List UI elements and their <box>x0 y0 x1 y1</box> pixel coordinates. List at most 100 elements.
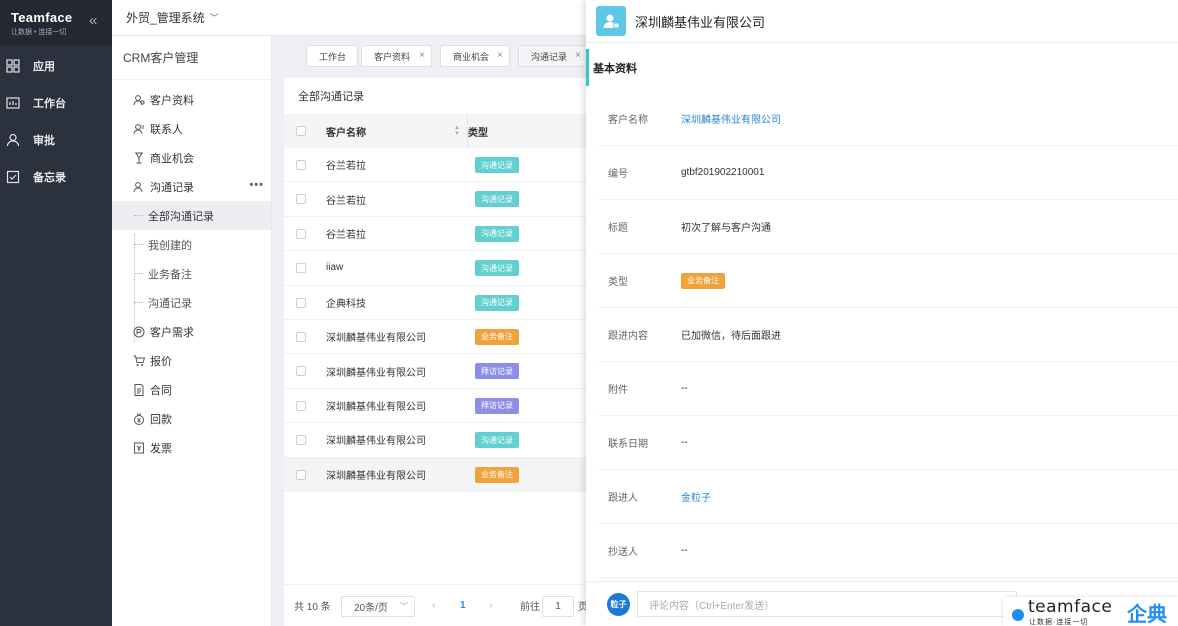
row-checkbox[interactable] <box>296 331 306 342</box>
row-customer-name: 深圳麟基伟业有限公司 <box>326 333 426 345</box>
submenu-item-business-notes[interactable]: 业务备注 <box>112 259 271 288</box>
menu-item-contacts[interactable]: 联系人 <box>112 114 271 143</box>
pagination: 共 10 条 20条/页 ﹀ ‹ 1 › 前往 1 页 <box>284 584 588 626</box>
field-value: -- <box>681 437 688 448</box>
row-checkbox[interactable] <box>296 435 306 446</box>
detail-drawer: 深圳麟基伟业有限公司 基本资料 客户名称 深圳麟基伟业有限公司 编号 gtbf2… <box>586 0 1178 626</box>
table-row[interactable]: 企典科技 沟通记录 <box>284 286 586 320</box>
select-all-checkbox[interactable] <box>296 126 306 136</box>
menu-label: 合同 <box>150 384 172 397</box>
menu-item-opportunities[interactable]: 商业机会 <box>112 143 271 172</box>
field-label: 跟进内容 <box>608 331 648 342</box>
tab-opportunities[interactable]: 商业机会 × <box>440 45 510 67</box>
row-type-badge: 沟通记录 <box>475 225 519 242</box>
table-row[interactable]: iiaw 沟通记录 <box>284 251 586 286</box>
tab-communication[interactable]: 沟通记录 × <box>518 45 588 67</box>
row-checkbox[interactable] <box>296 366 306 377</box>
table-row[interactable]: 谷兰若拉 沟通记录 <box>284 217 586 252</box>
menu-item-payment[interactable]: 回款 <box>112 404 271 433</box>
row-checkbox[interactable] <box>296 297 306 308</box>
nav-item-apps[interactable]: 应用 <box>0 47 112 84</box>
close-icon[interactable]: × <box>497 50 503 61</box>
field-follower: 跟进人 金粒子 <box>598 470 1178 524</box>
menu-item-invoice[interactable]: 发票 <box>112 433 271 462</box>
comment-input[interactable]: 评论内容（Ctrl+Enter发送） <box>637 591 1017 617</box>
submenu-item-created-by-me[interactable]: 我创建的 <box>112 230 271 259</box>
goto-page-input[interactable]: 1 <box>542 596 574 617</box>
system-switcher[interactable]: 外贸_管理系统 ﹀ <box>112 0 586 36</box>
row-checkbox[interactable] <box>296 400 306 411</box>
tab-label: 商业机会 <box>453 51 490 62</box>
collapse-icon[interactable]: « <box>89 12 97 29</box>
menu-item-quote[interactable]: 报价 <box>112 346 271 375</box>
tab-bar: 工作台 客户资料 × 商业机会 × 沟通记录 × <box>272 36 588 76</box>
field-follower-link[interactable]: 金粒子 <box>681 489 711 504</box>
table-row[interactable]: 深圳麟基伟业有限公司 拜访记录 <box>284 389 586 424</box>
table-row[interactable]: 深圳麟基伟业有限公司 沟通记录 <box>284 423 586 458</box>
type-badge: 业务备注 <box>681 272 725 289</box>
row-checkbox[interactable] <box>296 194 306 205</box>
nav-label: 工作台 <box>33 97 66 110</box>
current-page[interactable]: 1 <box>460 600 466 611</box>
table-row[interactable]: 深圳麟基伟业有限公司 业务备注 <box>284 320 586 355</box>
close-icon[interactable]: × <box>575 50 581 61</box>
nav-item-approval[interactable]: 审批 <box>0 121 112 158</box>
row-type-badge: 沟通记录 <box>475 432 519 449</box>
submenu-item-communication-records[interactable]: 沟通记录 <box>112 288 271 317</box>
invoice-icon <box>132 441 145 454</box>
row-type-badge: 业务备注 <box>475 328 519 345</box>
row-type-badge: 沟通记录 <box>475 260 519 277</box>
column-header-name[interactable]: 客户名称 <box>326 124 366 139</box>
menu-item-contract[interactable]: 合同 <box>112 375 271 404</box>
table-row[interactable]: 谷兰若拉 沟通记录 <box>284 148 586 183</box>
page-size-select[interactable]: 20条/页 ﹀ <box>341 596 415 617</box>
tab-workbench[interactable]: 工作台 <box>306 45 358 67</box>
nav-item-memo[interactable]: 备忘录 <box>0 158 112 195</box>
watermark-tagline: 让数据·连接一切 <box>1029 619 1089 626</box>
row-checkbox[interactable] <box>296 228 306 239</box>
field-value: 已加微信，待后面跟进 <box>681 331 781 342</box>
sort-icon[interactable]: ▲ ▼ <box>454 125 460 137</box>
field-type: 类型 业务备注 <box>598 254 1178 308</box>
field-label: 类型 <box>608 277 628 288</box>
contract-icon <box>132 383 145 396</box>
menu-item-communication[interactable]: 沟通记录 ••• <box>112 172 271 201</box>
contact-icon <box>132 122 145 135</box>
table-row[interactable]: 深圳麟基伟业有限公司 拜访记录 <box>284 354 586 389</box>
total-count: 共 10 条 <box>294 602 331 613</box>
field-cc: 抄送人 -- <box>598 524 1178 578</box>
chat-icon <box>132 180 145 193</box>
chevron-down-icon: ﹀ <box>400 602 408 611</box>
row-checkbox[interactable] <box>296 160 306 170</box>
table-row[interactable]: 深圳麟基伟业有限公司 业务备注 <box>284 457 586 492</box>
section-title: 基本资料 <box>593 62 637 75</box>
tab-customers[interactable]: 客户资料 × <box>361 45 432 67</box>
nav-label: 审批 <box>33 134 55 147</box>
submenu-item-all-records[interactable]: 全部沟通记录 <box>112 201 271 230</box>
records-panel: 全部沟通记录 客户名称 ▲ ▼ 类型 谷兰若拉 沟通记录 谷兰若拉 沟通记录 谷兰若拉 沟通… <box>284 78 588 626</box>
field-label: 联系日期 <box>608 439 648 450</box>
row-customer-name: 企典科技 <box>326 298 366 310</box>
next-page-button[interactable]: › <box>489 600 492 611</box>
row-checkbox[interactable] <box>296 469 306 480</box>
row-customer-name: 深圳麟基伟业有限公司 <box>326 401 426 413</box>
column-header-type[interactable]: 类型 <box>468 124 488 139</box>
row-type-badge: 沟通记录 <box>475 191 519 208</box>
close-icon[interactable]: × <box>419 50 425 61</box>
menu-item-demand[interactable]: 客户需求 <box>112 317 271 346</box>
row-checkbox[interactable] <box>296 263 306 274</box>
teamface-watermark: teamface 企典 让数据·连接一切 <box>1003 597 1178 626</box>
table-row[interactable]: 谷兰若拉 沟通记录 <box>284 182 586 217</box>
nav-item-workbench[interactable]: 工作台 <box>0 84 112 121</box>
field-customer-link[interactable]: 深圳麟基伟业有限公司 <box>681 111 781 126</box>
prev-page-button[interactable]: ‹ <box>432 600 435 611</box>
more-icon[interactable]: ••• <box>249 179 264 191</box>
menu-label: 发票 <box>150 442 172 455</box>
menu-item-customers[interactable]: 客户资料 <box>112 85 271 114</box>
menu-label: 商业机会 <box>150 152 194 165</box>
module-menu: CRM客户管理 客户资料 联系人 商业机会 沟通记录 ••• 全部沟通记录 我创… <box>112 36 272 626</box>
tab-label: 客户资料 <box>374 51 411 62</box>
goto-label: 前往 <box>520 602 540 613</box>
menu-label: 沟通记录 <box>150 181 194 194</box>
chat-bubble-icon[interactable] <box>1012 609 1024 621</box>
